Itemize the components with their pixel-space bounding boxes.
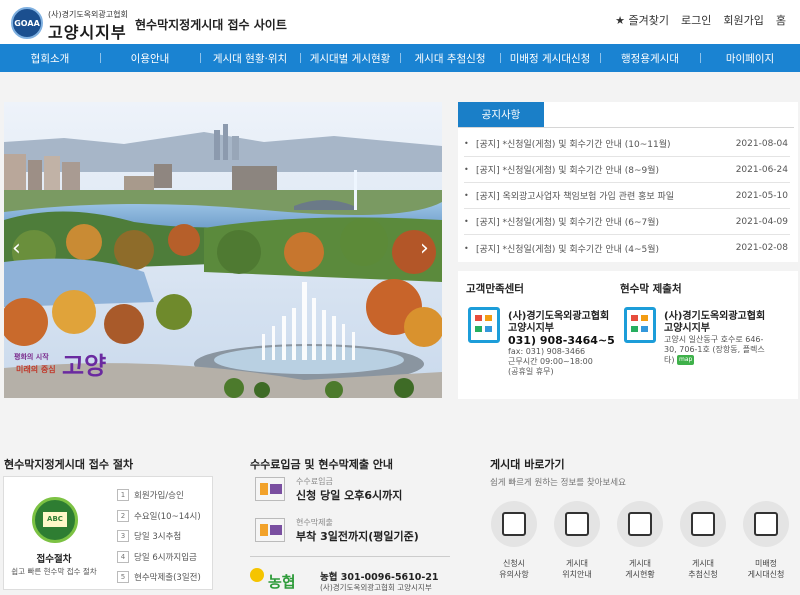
- map-badge[interactable]: map: [677, 355, 695, 365]
- step-item: 3 당일 3시추첨: [117, 526, 201, 547]
- notice-list: • [공지] *신청일(게첨) 및 회수기간 안내 (10~11월) 2021-08…: [464, 131, 790, 261]
- service-org-name: (사)경기도옥외광고협회 고양시지부: [508, 311, 610, 334]
- service-fax: fax: 031) 908-3466: [508, 347, 586, 356]
- pen-paper-icon[interactable]: [680, 501, 726, 547]
- quick-link-precautions[interactable]: 신청시 유의사항: [484, 558, 544, 580]
- fee-payment-deadline: 신청 당일 오후6시까지: [296, 489, 403, 502]
- slogan-small-2: 미래의 중심: [16, 365, 56, 374]
- notice-item[interactable]: • [공지] *신청일(게첨) 및 회수기간 안내 (6~7월) 2021-04-0…: [464, 209, 790, 235]
- steps-heading: 현수막지정게시대 접수 절차: [4, 458, 134, 471]
- steps-list: 1 회원가입/승인 2 수요일(10~14시) 3 당일 3시추첨 4 당일 6시까지입…: [117, 485, 201, 588]
- quick-link-lottery[interactable]: 게시대 추첨신청: [673, 558, 733, 580]
- signup-link[interactable]: 회원가입: [723, 12, 763, 28]
- nav-admin-board[interactable]: 행정용게시대: [600, 44, 700, 72]
- step-item: 1 회원가입/승인: [117, 485, 201, 506]
- nav-guide[interactable]: 이용안내: [100, 44, 200, 72]
- site-title: 현수막지정게시대 접수 사이트: [135, 18, 287, 32]
- service-holiday: (공휴일 휴무): [508, 367, 554, 376]
- location-search-icon[interactable]: [554, 501, 600, 547]
- account-holder: (사)경기도옥외광고협회 고양시지부: [320, 583, 432, 592]
- bank-logo-text: 농협: [268, 573, 296, 591]
- nav-board-postings[interactable]: 게시대별 게시현황: [300, 44, 400, 72]
- step-item: 5 현수막제출(3일전): [117, 567, 201, 588]
- chart-board-icon[interactable]: [743, 501, 789, 547]
- nav-lottery-apply[interactable]: 게시대 추첨신청: [400, 44, 500, 72]
- org-name-big[interactable]: 고양시지부: [48, 19, 127, 43]
- favorites-link[interactable]: ★ 즐겨찾기: [615, 12, 669, 28]
- association-logo[interactable]: GOAA: [11, 7, 43, 39]
- banner-submit-label: 현수막제출: [296, 518, 333, 527]
- submit-address: 고양시 일산동구 호수로 646-30, 706-1호 (장항동, 플렉스타) …: [664, 335, 765, 365]
- step-item: 4 당일 6시까지입금: [117, 547, 201, 568]
- slogan-big: 고양: [62, 352, 107, 380]
- steps-title: 접수절차: [36, 554, 72, 565]
- payment-divider: [250, 556, 450, 557]
- notice-item[interactable]: • [공지] 옥외광고사업자 책임보험 가입 관련 홍보 파일 2021-05-10: [464, 183, 790, 209]
- login-link[interactable]: 로그인: [681, 12, 711, 28]
- nav-unassigned-apply[interactable]: 미배정 게시대신청: [500, 44, 600, 72]
- home-link[interactable]: 홈: [776, 12, 786, 28]
- submit-org-name: (사)경기도옥외광고협회 고양시지부: [664, 311, 766, 334]
- quick-link-location[interactable]: 게시대 위치안내: [547, 558, 607, 580]
- chalkboard-icon: ABC: [32, 497, 78, 543]
- bank-account: 농협 301-0096-5610-21: [320, 572, 439, 583]
- quick-link-unassigned[interactable]: 미배정 게시대신청: [736, 558, 796, 580]
- steps-desc: 쉽고 빠른 현수막 접수 절차: [11, 567, 97, 576]
- notice-item[interactable]: • [공지] *신청일(게첨) 및 회수기간 안내 (8~9월) 2021-06-2…: [464, 157, 790, 183]
- fee-payment-icon: [255, 477, 285, 501]
- utility-menu: ★ 즐겨찾기 로그인 회원가입 홈: [615, 12, 786, 28]
- checklist-icon[interactable]: [491, 501, 537, 547]
- hero-banner-image: 평화의 시작 미래의 중심 고양: [4, 102, 442, 398]
- notice-board: 공지사항 • [공지] *신청일(게첨) 및 회수기간 안내 (10~11월) 20…: [458, 102, 798, 262]
- steps-panel: ABC 접수절차 쉽고 빠른 현수막 접수 절차 1 회원가입/승인 2 수요일(1…: [3, 476, 213, 590]
- nh-bank-icon: [250, 568, 264, 582]
- notice-divider: [458, 127, 794, 128]
- phone-book-icon: [468, 307, 500, 343]
- notice-tab[interactable]: 공지사항: [458, 102, 544, 127]
- monitor-icon[interactable]: [617, 501, 663, 547]
- nav-board-status[interactable]: 게시대 현황·위치: [200, 44, 300, 72]
- address-book-icon: [624, 307, 656, 343]
- slogan-small: 평화의 시작: [14, 353, 49, 361]
- notice-item[interactable]: • [공지] *신청일(게첨) 및 회수기간 안내 (4~5월) 2021-02-0…: [464, 235, 790, 261]
- quick-heading: 게시대 바로가기: [490, 458, 565, 471]
- nav-about[interactable]: 협회소개: [0, 44, 100, 72]
- banner-next-arrow[interactable]: ›: [420, 236, 429, 261]
- notice-item[interactable]: • [공지] *신청일(게첨) 및 회수기간 안내 (10~11월) 2021-08…: [464, 131, 790, 157]
- banner-submit-icon: [255, 518, 285, 542]
- step-item: 2 수요일(10~14시): [117, 506, 201, 527]
- contact-panel: 고객만족센터 현수막 제출처 (사)경기도옥외광고협회 고양시지부 031) 9…: [458, 271, 798, 399]
- service-heading: 고객만족센터: [466, 283, 524, 295]
- submit-heading: 현수막 제출처: [620, 283, 682, 295]
- banner-submit-deadline: 부착 3일전까지(평일기준): [296, 530, 419, 543]
- payment-heading: 수수료입금 및 현수막제출 안내: [250, 458, 394, 471]
- fee-payment-label: 수수료입금: [296, 477, 333, 486]
- service-phone: 031) 908-3464~5: [508, 334, 615, 347]
- quick-link-status[interactable]: 게시대 게시현황: [610, 558, 670, 580]
- site-header: GOAA (사)경기도옥외광고협회 고양시지부 현수막지정게시대 접수 사이트 …: [0, 0, 800, 44]
- banner-prev-arrow[interactable]: ‹: [12, 236, 21, 261]
- quick-desc: 쉽게 빠르게 원하는 정보를 찾아보세요: [490, 478, 626, 488]
- main-nav: 협회소개 이용안내 게시대 현황·위치 게시대별 게시현황 게시대 추첨신청 미…: [0, 44, 800, 72]
- nav-mypage[interactable]: 마이페이지: [700, 44, 800, 72]
- service-hours: 근무시간 09:00~18:00: [508, 357, 593, 366]
